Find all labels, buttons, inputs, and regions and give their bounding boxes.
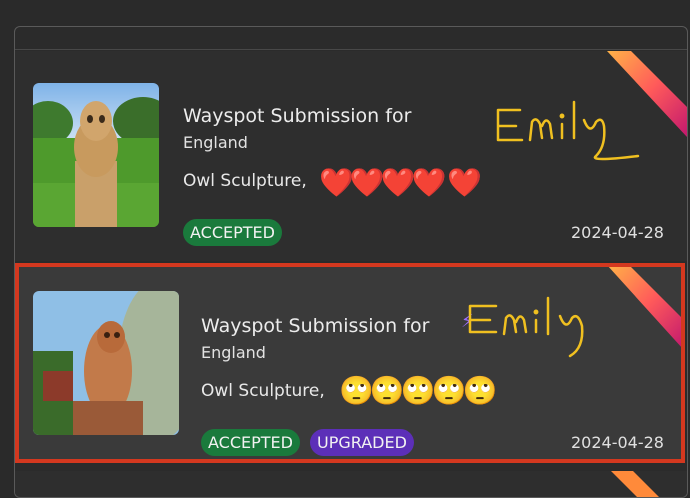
status-badge-accepted: ACCEPTED bbox=[183, 219, 282, 246]
submission-card[interactable] bbox=[15, 471, 687, 497]
status-badge-upgraded: UPGRADED bbox=[310, 429, 414, 456]
emoji-overlay: 🙄🙄🙄🙄🙄 bbox=[339, 374, 497, 407]
submission-photo[interactable] bbox=[33, 291, 179, 435]
submission-description: Owl Sculpture, bbox=[201, 381, 325, 401]
lightning-bolt-icon: ⚡ bbox=[461, 311, 474, 332]
submission-date: 2024-04-28 bbox=[571, 433, 664, 452]
submissions-panel: Wayspot Submission for England Owl Sculp… bbox=[14, 26, 688, 498]
upgrade-ribbon-corner bbox=[611, 471, 659, 497]
submission-location: England bbox=[183, 133, 248, 152]
upgrade-ribbon-corner bbox=[607, 265, 683, 349]
upgrade-ribbon-corner bbox=[607, 51, 687, 137]
submission-card[interactable]: Wayspot Submission for England Owl Sculp… bbox=[15, 51, 687, 261]
panel-divider bbox=[15, 49, 687, 50]
submission-title: Wayspot Submission for bbox=[183, 105, 412, 127]
submission-title: Wayspot Submission for bbox=[201, 315, 430, 337]
submission-description: Owl Sculpture, bbox=[183, 171, 307, 191]
submission-date: 2024-04-28 bbox=[571, 223, 664, 242]
emoji-overlay: ❤️❤️❤️❤️ ❤️ bbox=[319, 166, 482, 199]
status-badge-accepted: ACCEPTED bbox=[201, 429, 300, 456]
submission-photo[interactable] bbox=[33, 83, 159, 227]
submission-card[interactable]: Wayspot Submission for ⚡ England Owl Scu… bbox=[19, 265, 683, 463]
submission-location: England bbox=[201, 343, 266, 362]
